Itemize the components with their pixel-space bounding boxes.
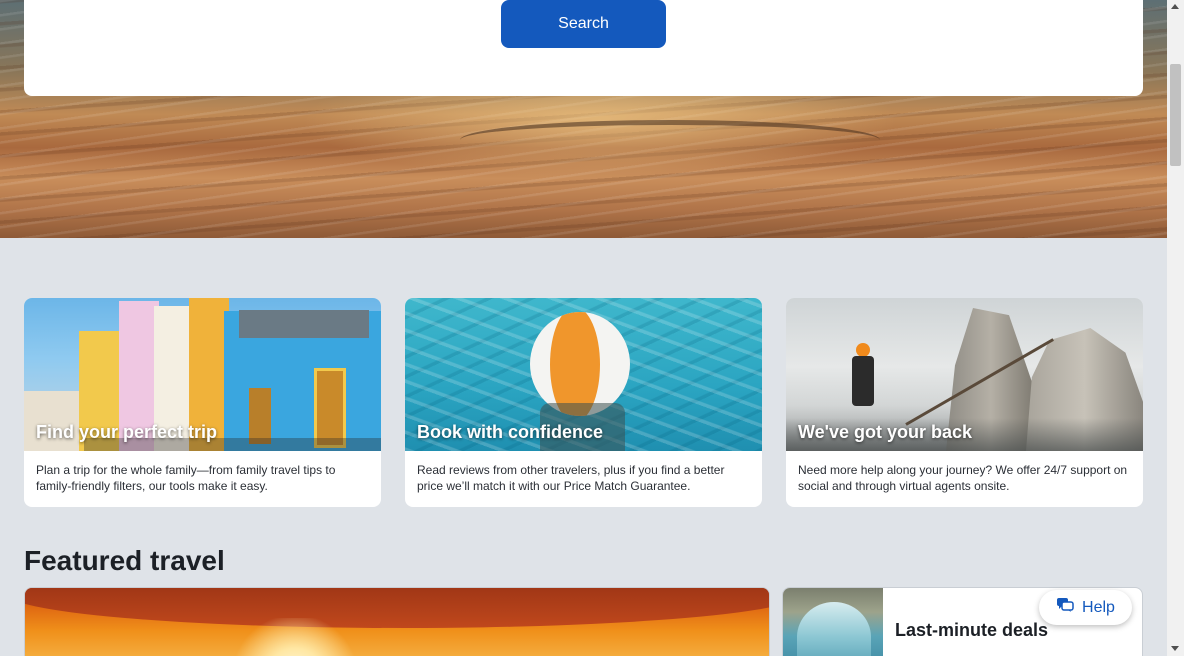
card-description: Read reviews from other travelers, plus … [417,463,725,493]
featured-main-card[interactable] [24,587,770,656]
card-title: We've got your back [798,422,972,442]
search-form-card: Search [24,0,1143,96]
hero-wave [460,120,880,160]
card-description: Plan a trip for the whole family—from fa… [36,463,336,493]
scroll-up-arrow-icon[interactable] [1171,4,1179,9]
value-card-book-confidence[interactable]: Book with confidence Read reviews from o… [405,298,762,507]
card-title: Find your perfect trip [36,422,218,442]
value-cards: Find your perfect trip Plan a trip for t… [24,298,1143,507]
card-title: Book with confidence [417,422,604,442]
help-button[interactable]: Help [1039,590,1132,625]
value-card-perfect-trip[interactable]: Find your perfect trip Plan a trip for t… [24,298,381,507]
chat-bubbles-icon [1056,597,1074,618]
page-scrollbar[interactable] [1167,0,1184,656]
card-description: Need more help along your journey? We of… [798,463,1128,493]
featured-side-label: Last-minute deals [895,620,1049,640]
sea-arch-thumbnail [783,588,883,656]
featured-travel-heading: Featured travel [24,545,225,576]
search-button[interactable]: Search [501,0,666,48]
hero-banner: Search [0,0,1167,238]
value-card-got-your-back[interactable]: We've got your back Need more help along… [786,298,1143,507]
rock-arch-image [25,588,769,628]
sun-glow [235,618,355,656]
scroll-down-arrow-icon[interactable] [1171,646,1179,651]
help-label: Help [1082,598,1115,616]
scrollbar-thumb[interactable] [1170,64,1181,166]
